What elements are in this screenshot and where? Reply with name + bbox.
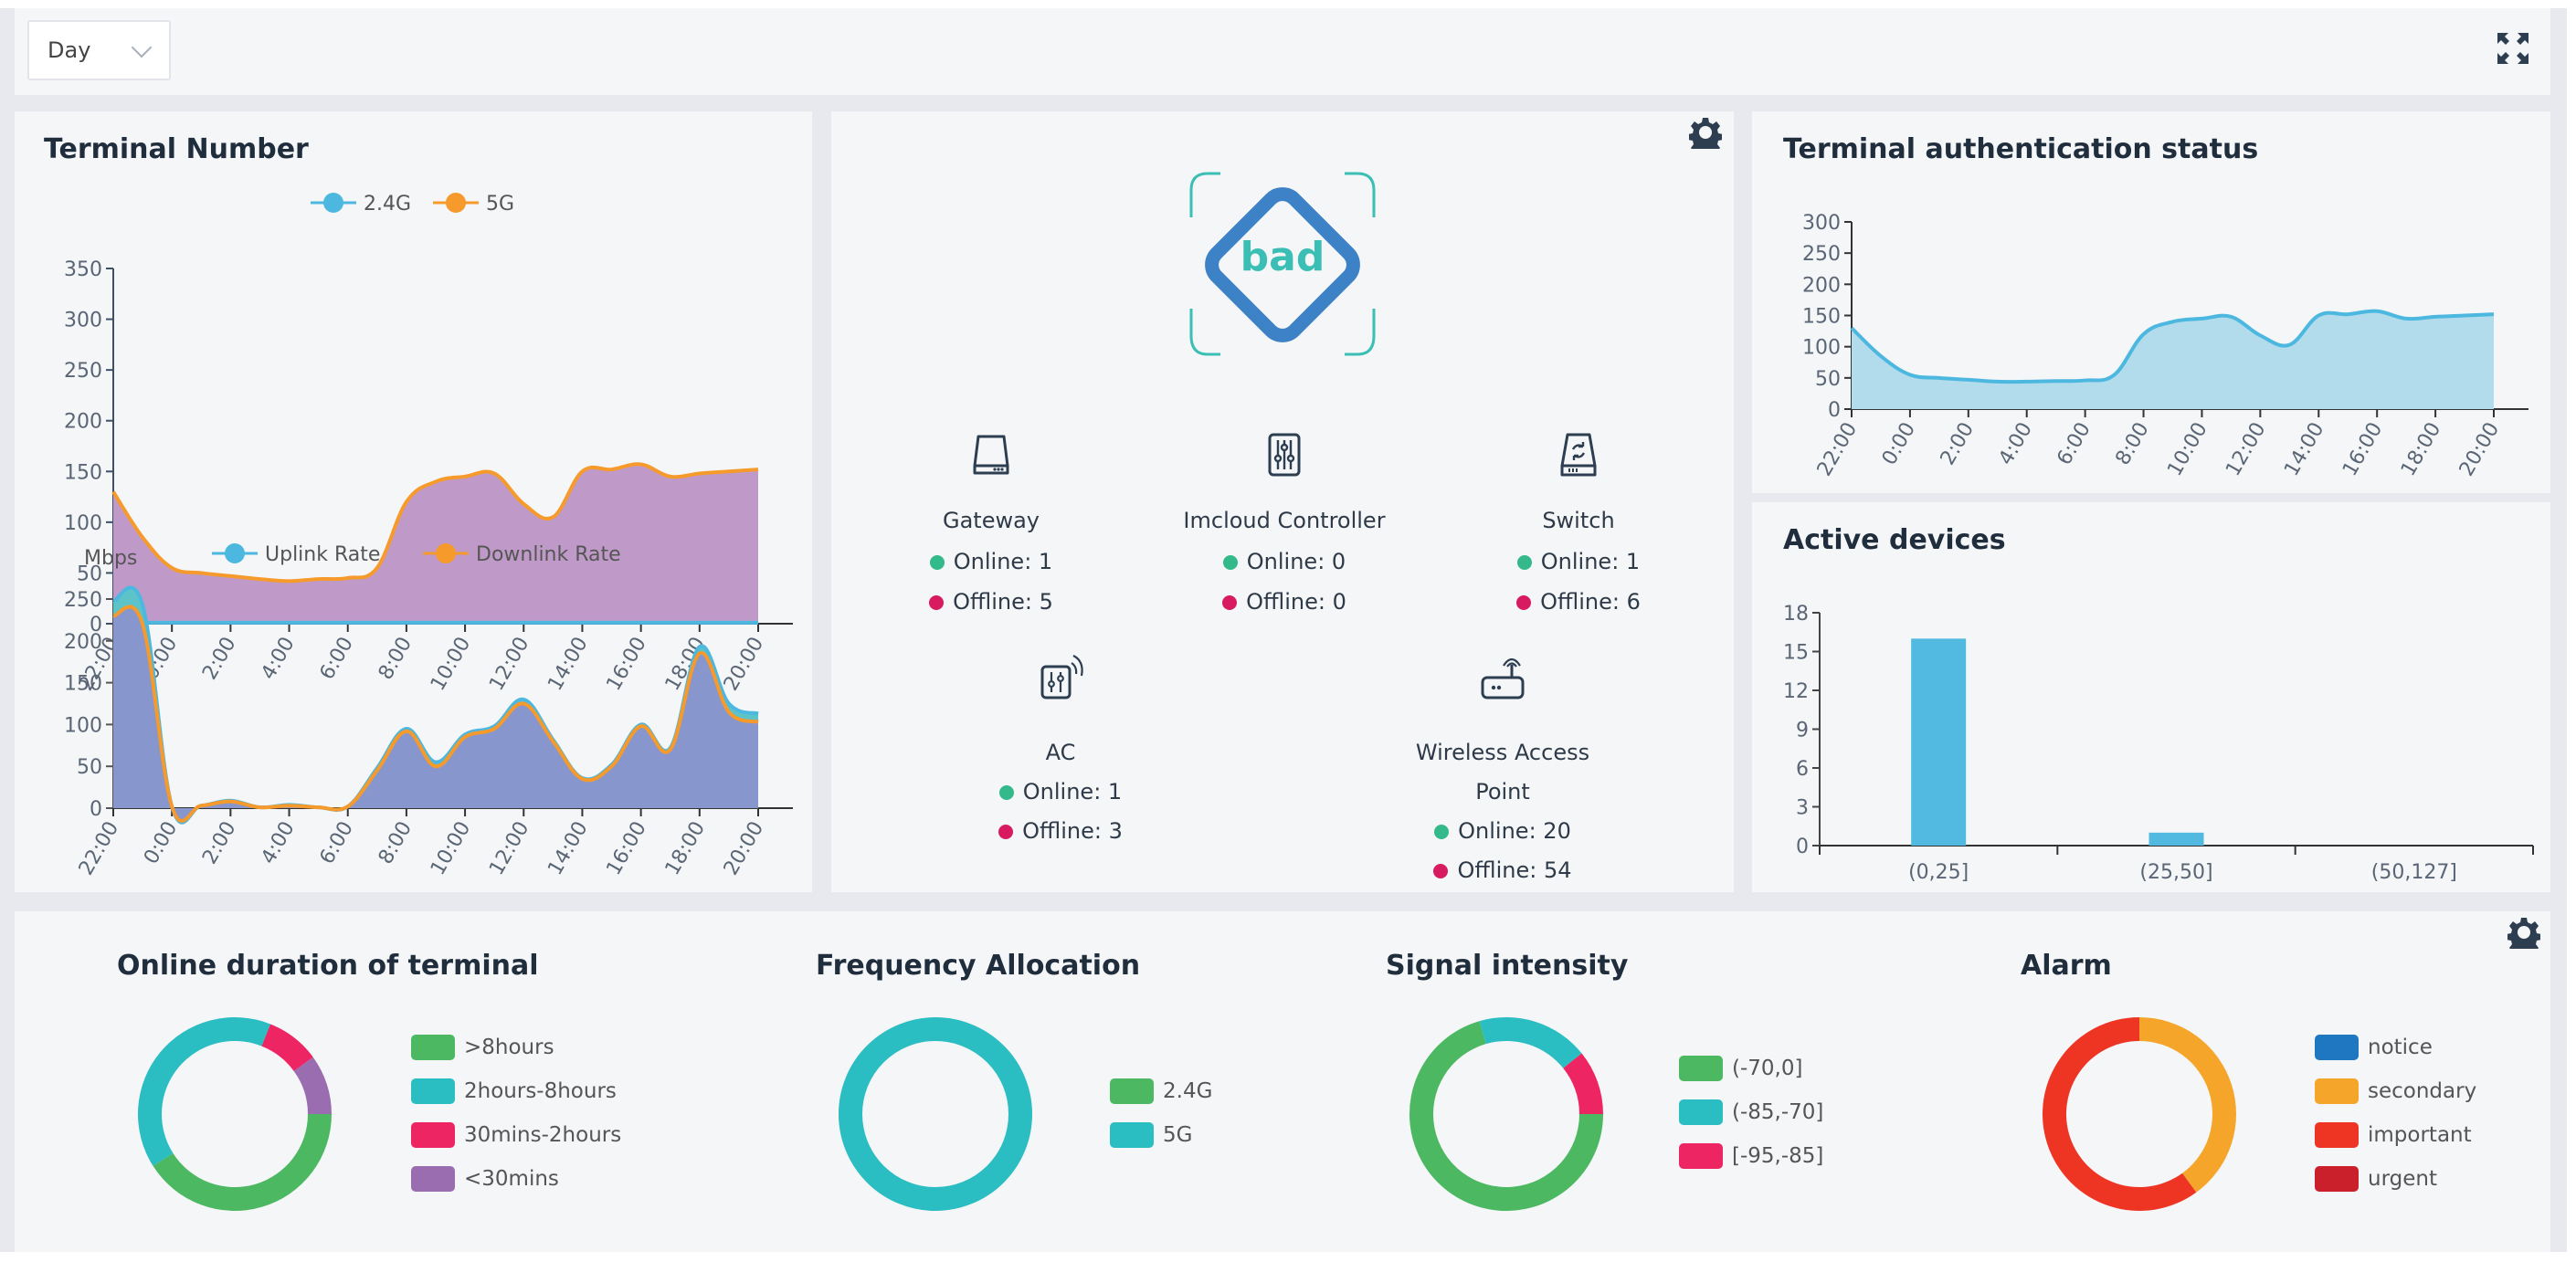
donut-slice — [839, 1017, 1032, 1211]
legend-label: 2.4G — [1163, 1079, 1213, 1103]
legend-label: notice — [2368, 1036, 2433, 1059]
legend-swatch — [411, 1122, 455, 1148]
donut-slice — [2139, 1017, 2237, 1193]
legend-swatch — [411, 1078, 455, 1104]
signal_intensity-donut — [1409, 1017, 1603, 1211]
frequency_allocation-donut — [839, 1017, 1032, 1211]
donut-slice — [138, 1017, 271, 1166]
legend-item[interactable]: <30mins — [411, 1166, 559, 1192]
legend-label: <30mins — [464, 1167, 559, 1191]
legend-label: 5G — [1163, 1123, 1193, 1147]
legend-item[interactable]: [-95,-85] — [1679, 1143, 1823, 1169]
legend-swatch — [2315, 1122, 2359, 1148]
donut-slice — [1479, 1017, 1582, 1068]
legend-label: (-70,0] — [1732, 1057, 1803, 1080]
legend-label: important — [2368, 1123, 2472, 1147]
legend-item[interactable]: 30mins-2hours — [411, 1122, 621, 1148]
donut-charts — [138, 1017, 2237, 1212]
legend-label: 2hours-8hours — [464, 1079, 617, 1103]
legend-item[interactable]: 5G — [1110, 1122, 1192, 1148]
legend-item[interactable]: >8hours — [411, 1035, 554, 1060]
donut-slice — [153, 1114, 332, 1212]
legend-swatch — [1110, 1122, 1154, 1148]
legend-label: >8hours — [464, 1036, 554, 1059]
legend-item[interactable]: 2.4G — [1110, 1078, 1212, 1104]
legend-label: secondary — [2368, 1079, 2477, 1103]
legend-swatch — [1679, 1099, 1723, 1125]
legend-item[interactable]: 2hours-8hours — [411, 1078, 617, 1104]
legend-item[interactable]: (-85,-70] — [1679, 1099, 1823, 1125]
legend-swatch — [411, 1035, 455, 1060]
legend-label: 30mins-2hours — [464, 1123, 622, 1147]
legend-item[interactable]: (-70,0] — [1679, 1056, 1802, 1081]
legend-swatch — [2315, 1035, 2359, 1060]
legend-item[interactable]: important — [2315, 1122, 2472, 1148]
legend-item[interactable]: notice — [2315, 1035, 2433, 1060]
legend-label: (-85,-70] — [1732, 1100, 1824, 1124]
legend-item[interactable]: urgent — [2315, 1166, 2437, 1192]
legend-swatch — [2315, 1078, 2359, 1104]
legend-item[interactable]: secondary — [2315, 1078, 2476, 1104]
online_duration-donut — [138, 1017, 332, 1212]
alarm-donut — [2043, 1017, 2237, 1211]
legend-swatch — [411, 1166, 455, 1192]
legend-swatch — [1679, 1056, 1723, 1081]
legend-swatch — [1679, 1143, 1723, 1169]
legend-label: [-95,-85] — [1732, 1144, 1824, 1168]
legend-swatch — [2315, 1166, 2359, 1192]
legend-swatch — [1110, 1078, 1154, 1104]
legend-label: urgent — [2368, 1167, 2437, 1191]
